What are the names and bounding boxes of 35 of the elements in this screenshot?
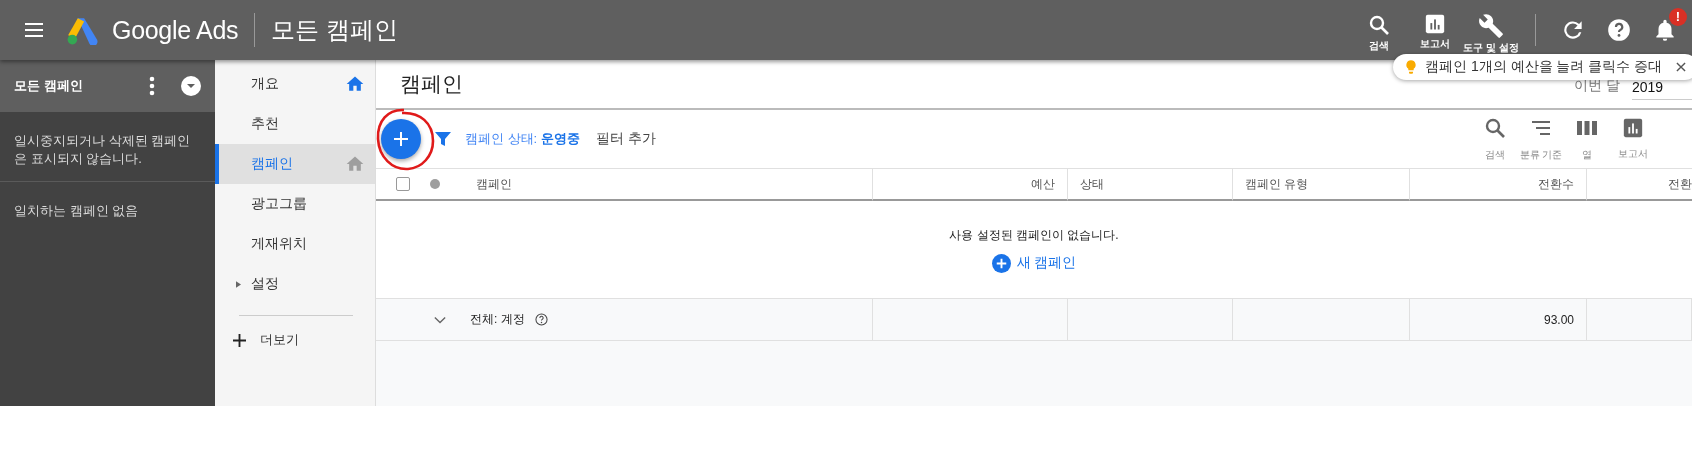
column-header[interactable]: 전환수: [1538, 175, 1574, 193]
nav-item[interactable]: 캠페인: [215, 144, 375, 184]
nav-item[interactable]: 게재위치: [215, 224, 375, 264]
column-header[interactable]: 전환: [1668, 175, 1692, 193]
nav-item[interactable]: 개요: [215, 64, 375, 104]
column-header[interactable]: 상태: [1080, 175, 1104, 193]
tools-button[interactable]: 도구 및 설정: [1463, 9, 1519, 55]
empty-table-message: 사용 설정된 캠페인이 없습니다.: [949, 226, 1119, 244]
more-link[interactable]: 더보기: [215, 326, 375, 354]
column-header[interactable]: 예산: [1031, 175, 1055, 193]
column-header[interactable]: 캠페인 유형: [1245, 175, 1309, 193]
tip-text: 캠페인 1개의 예산을 늘려 클릭수 증대: [1425, 58, 1663, 76]
search-tool-button[interactable]: 검색: [1472, 116, 1518, 162]
columns-tool-button[interactable]: 열: [1564, 116, 1610, 162]
add-filter-button[interactable]: 필터 추가: [595, 130, 656, 148]
nav-item[interactable]: 추천: [215, 104, 375, 144]
notifications-button[interactable]: !: [1652, 8, 1687, 43]
column-header[interactable]: 캠페인: [476, 175, 512, 193]
page-title: 모든 캠페인: [271, 15, 398, 45]
total-row-label: 전체: 계정: [470, 311, 525, 328]
product-name: Google Ads: [112, 15, 239, 45]
date-range-label: 이번 달: [1574, 77, 1620, 95]
alert-badge: !: [1669, 8, 1687, 26]
empty-result-text: 일치하는 캠페인 없음: [13, 202, 140, 220]
new-campaign-button[interactable]: 새 캠페인: [991, 253, 1077, 273]
status-filter-chip[interactable]: 캠페인 상태: 운영중: [465, 130, 580, 148]
search-button[interactable]: 검색: [1351, 9, 1407, 55]
nav-item[interactable]: 광고그룹: [215, 184, 375, 224]
sort-tool-button[interactable]: 분류 기준: [1518, 116, 1564, 162]
conversions-total: 93.00: [1543, 312, 1574, 327]
nav-item[interactable]: 설정: [215, 264, 375, 304]
sidebar-title: 모든 캠페인: [14, 77, 84, 95]
page-heading: 캠페인: [400, 71, 464, 97]
reports-tool-button[interactable]: 보고서: [1610, 117, 1656, 161]
tip-tooltip[interactable]: 캠페인 1개의 예산을 늘려 클릭수 증대: [1393, 54, 1692, 80]
